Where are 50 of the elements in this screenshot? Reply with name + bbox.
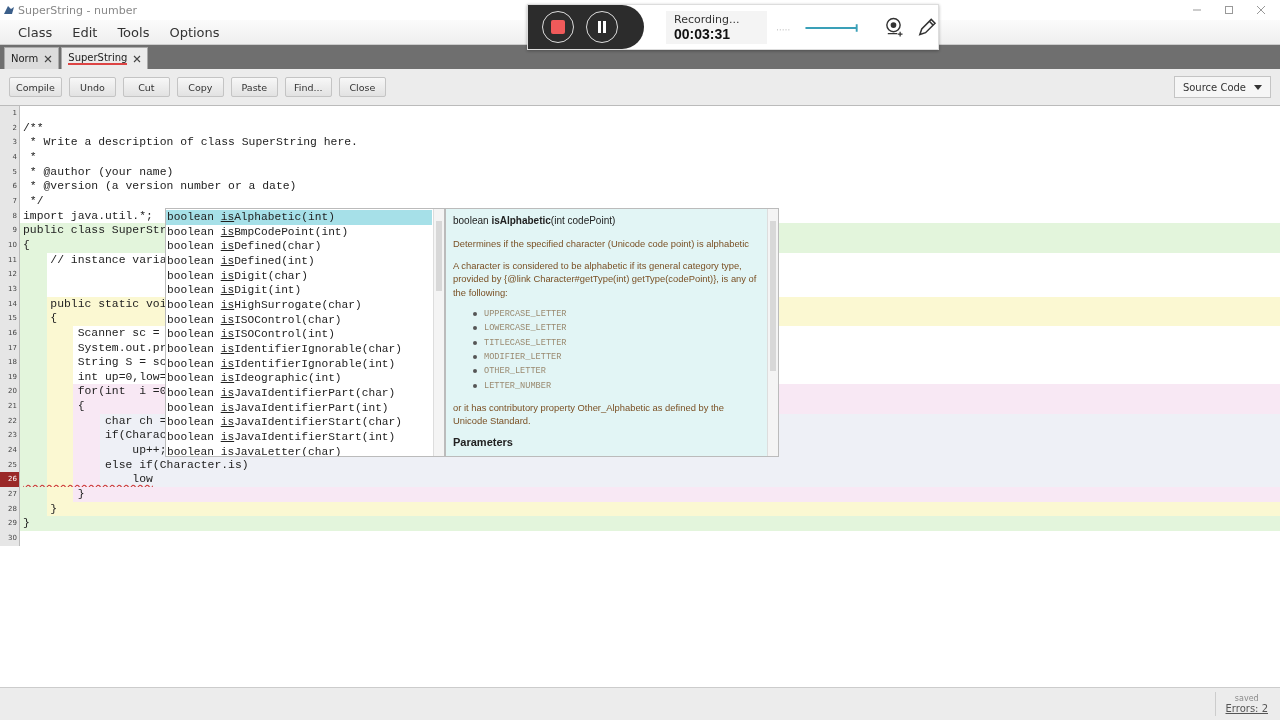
completion-item[interactable]: boolean isIdentifierIgnorable(int): [166, 356, 432, 372]
close-icon[interactable]: [44, 54, 53, 63]
completion-item[interactable]: boolean isJavaIdentifierPart(int): [166, 400, 432, 416]
completion-item[interactable]: boolean isIdentifierIgnorable(char): [166, 341, 432, 357]
pause-button[interactable]: [586, 11, 618, 43]
completion-item[interactable]: boolean isIdeographic(int): [166, 371, 432, 386]
doc-summary: Determines if the specified character (Unicode code point) is alphabetic: [453, 237, 750, 251]
toolbar-button[interactable]: Cut: [122, 77, 170, 97]
menu-item[interactable]: Options: [159, 24, 230, 40]
completion-item[interactable]: boolean isISOControl(int): [166, 327, 432, 342]
toolbar-button[interactable]: Copy: [176, 77, 224, 97]
app-icon: [3, 4, 15, 16]
editor-tab[interactable]: Norm: [4, 47, 60, 69]
completion-item[interactable]: boolean isJavaIdentifierStart(char): [166, 415, 432, 430]
saved-status: saved: [1234, 694, 1259, 703]
maximize-icon[interactable]: [1224, 5, 1234, 15]
doc-signature: boolean isAlphabetic(int codePoint): [453, 215, 617, 226]
toolbar-button[interactable]: Compile: [9, 77, 62, 97]
pen-icon[interactable]: [917, 16, 938, 38]
completion-item[interactable]: boolean isDefined(char): [166, 239, 432, 254]
toolbar-button[interactable]: Paste: [230, 77, 278, 97]
completion-item[interactable]: boolean isDigit(int): [166, 283, 432, 298]
doc-list-item: LOWERCASE_LETTER: [484, 323, 567, 334]
menu-item[interactable]: Edit: [62, 24, 108, 40]
pause-icon: [596, 20, 608, 34]
caret-icon: [1254, 84, 1262, 90]
webcam-icon[interactable]: [884, 16, 906, 38]
menu-item[interactable]: Tools: [107, 24, 160, 40]
stop-button[interactable]: [542, 11, 574, 43]
completion-item[interactable]: boolean isJavaIdentifierPart(char): [166, 385, 432, 401]
doc-list-item: UPPERCASE_LETTER: [484, 309, 567, 320]
window-title: SuperString - number: [18, 3, 137, 17]
toolbar-button[interactable]: Undo: [68, 77, 116, 97]
completion-item[interactable]: boolean isDigit(char): [166, 268, 432, 284]
completion-item[interactable]: boolean isBmpCodePoint(int): [166, 224, 432, 240]
toolbar-button[interactable]: Find...: [284, 77, 332, 97]
completion-item[interactable]: boolean isDefined(int): [166, 253, 432, 269]
editor-tab[interactable]: SuperString: [61, 47, 149, 69]
close-icon[interactable]: [133, 54, 142, 63]
view-dropdown[interactable]: Source Code: [1173, 76, 1271, 98]
completion-item[interactable]: boolean isAlphabetic(int): [166, 210, 432, 225]
completion-item[interactable]: boolean isJavaLetter(char): [166, 444, 432, 456]
completion-item[interactable]: boolean isJavaIdentifierStart(int): [166, 429, 432, 445]
toolbar-button[interactable]: Close: [338, 77, 386, 97]
recording-status: Recording...: [674, 12, 741, 26]
completion-item[interactable]: boolean isHighSurrogate(char): [166, 297, 432, 313]
recording-time: 00:03:31: [674, 25, 732, 42]
errors-link[interactable]: Errors: 2: [1225, 703, 1268, 714]
menu-item[interactable]: Class: [8, 24, 63, 40]
completion-item[interactable]: boolean isISOControl(char): [166, 312, 432, 328]
